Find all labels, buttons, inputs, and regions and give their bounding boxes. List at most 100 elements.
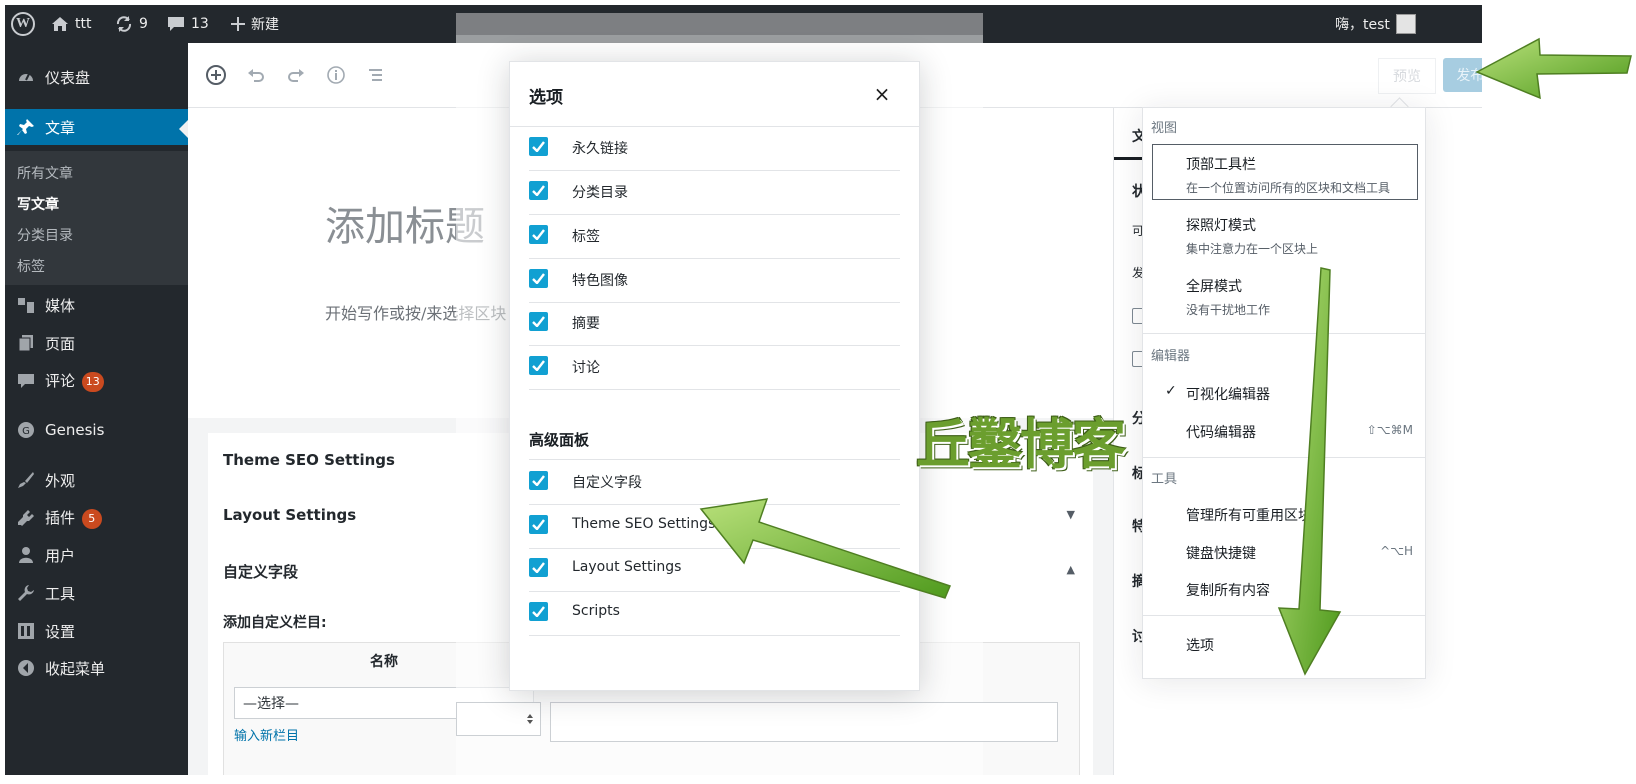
custom-field-value-textarea[interactable]	[550, 702, 1058, 742]
option-theme-seo[interactable]: Theme SEO Settings	[529, 504, 900, 549]
view-group-label: 视图	[1151, 121, 1178, 136]
code-editor-item[interactable]: 代码编辑器	[1186, 422, 1256, 442]
checkbox-checked-icon[interactable]	[529, 225, 548, 244]
advanced-panels-title: 高级面板	[529, 431, 590, 449]
top-toolbar-item[interactable]: 顶部工具栏	[1186, 154, 1256, 174]
submenu-categories[interactable]: 分类目录	[17, 225, 73, 245]
site-name-link[interactable]: ttt	[51, 5, 91, 43]
svg-text:G: G	[22, 426, 30, 437]
refresh-icon	[116, 16, 132, 32]
menu-item-plugins[interactable]: 插件 5	[5, 500, 188, 536]
comments-link[interactable]: 13	[167, 5, 209, 43]
new-label: 新建	[251, 17, 279, 33]
spotlight-mode-item[interactable]: 探照灯模式	[1186, 215, 1256, 235]
submenu-all-posts[interactable]: 所有文章	[17, 163, 73, 183]
option-custom-fields[interactable]: 自定义字段	[529, 460, 900, 505]
preview-button[interactable]: 预览	[1378, 58, 1436, 94]
plugin-icon	[16, 508, 36, 528]
enter-new-link[interactable]: 输入新栏目	[234, 725, 299, 744]
code-editor-shortcut: ⇧⌥⌘M	[1366, 423, 1413, 437]
options-menu-item[interactable]: 选项	[1186, 635, 1214, 655]
checkbox-checked-icon[interactable]	[529, 558, 548, 577]
more-menu-dropdown: 视图 顶部工具栏 在一个位置访问所有的区块和文档工具 探照灯模式 集中注意力在一…	[1142, 107, 1426, 679]
custom-field-select-right[interactable]	[456, 702, 541, 736]
menu-item-dashboard[interactable]: 仪表盘	[5, 59, 188, 95]
add-block-icon[interactable]	[204, 63, 228, 87]
close-icon[interactable]: ×	[868, 80, 896, 108]
dashboard-icon	[16, 67, 36, 87]
tools-group-label: 工具	[1151, 472, 1178, 487]
option-layout-settings[interactable]: Layout Settings	[529, 547, 900, 592]
plus-icon	[231, 17, 245, 31]
settings-icon	[16, 621, 36, 641]
checkbox-checked-icon[interactable]	[529, 602, 548, 621]
redo-icon[interactable]	[284, 63, 308, 87]
publish-button[interactable]: 发布...	[1443, 58, 1482, 92]
updates-link[interactable]: 9	[115, 5, 148, 43]
menu-item-collapse[interactable]: 收起菜单	[5, 650, 188, 686]
comment-icon	[16, 371, 36, 391]
submenu-write-post[interactable]: 写文章	[17, 194, 59, 214]
option-tags[interactable]: 标签	[529, 214, 900, 259]
add-custom-field-label: 添加自定义栏目:	[223, 615, 327, 631]
modal-title: 选项	[529, 88, 563, 108]
option-featured-image[interactable]: 特色图像	[529, 258, 900, 303]
keyboard-shortcuts-item[interactable]: 键盘快捷键	[1186, 543, 1256, 563]
info-icon[interactable]	[324, 63, 348, 87]
comment-bubble-icon	[168, 17, 184, 31]
admin-sidebar: 仪表盘 文章 所有文章 写文章 分类目录 标签 媒体 页面 评论 13 G Ge…	[5, 43, 188, 775]
menu-item-posts[interactable]: 文章	[5, 109, 188, 145]
submenu-tags[interactable]: 标签	[17, 256, 45, 276]
menu-item-users[interactable]: 用户	[5, 537, 188, 573]
menu-item-tools[interactable]: 工具	[5, 575, 188, 611]
checkbox-checked-icon[interactable]	[529, 515, 548, 534]
page-icon	[16, 333, 36, 353]
appearance-icon	[16, 470, 36, 490]
divider	[1143, 457, 1425, 458]
chevron-up-icon: ▲	[1066, 563, 1075, 576]
chevron-down-icon: ▼	[1066, 508, 1075, 521]
menu-item-appearance[interactable]: 外观	[5, 462, 188, 498]
outside-margin-right	[1482, 0, 1636, 784]
divider	[1143, 615, 1425, 616]
menu-item-genesis[interactable]: G Genesis	[5, 412, 188, 448]
visual-editor-item[interactable]: 可视化编辑器	[1186, 384, 1270, 404]
checkbox-checked-icon[interactable]	[529, 137, 548, 156]
manage-reusable-blocks-item[interactable]: 管理所有可重用区块	[1186, 505, 1312, 525]
option-excerpt[interactable]: 摘要	[529, 301, 900, 346]
divider	[1143, 333, 1425, 334]
undo-icon[interactable]	[244, 63, 268, 87]
screenshot-canvas: W ttt 9 13 新建 嗨，test 仪表盘 文章 所有文章 写文章 分类目…	[5, 5, 1482, 775]
greeting: 嗨，test	[1335, 17, 1390, 33]
checkmark-icon: ✓	[1165, 383, 1177, 399]
outline-icon[interactable]	[364, 63, 388, 87]
option-categories[interactable]: 分类目录	[529, 170, 900, 215]
copy-all-content-item[interactable]: 复制所有内容	[1186, 580, 1270, 600]
fullscreen-mode-item[interactable]: 全屏模式	[1186, 276, 1242, 296]
modal-header: 选项 ×	[510, 62, 919, 127]
menu-item-comments[interactable]: 评论 13	[5, 363, 188, 399]
checkbox-checked-icon[interactable]	[529, 471, 548, 490]
checkbox-checked-icon[interactable]	[529, 269, 548, 288]
genesis-icon: G	[16, 420, 36, 440]
editor-group-label: 编辑器	[1151, 349, 1191, 364]
menu-item-media[interactable]: 媒体	[5, 287, 188, 323]
plugins-badge: 5	[81, 508, 102, 529]
wrench-icon	[16, 583, 36, 603]
plugins-label: 插件 5	[45, 507, 102, 529]
option-permalink[interactable]: 永久链接	[529, 126, 900, 171]
checkbox-checked-icon[interactable]	[529, 181, 548, 200]
option-discussion[interactable]: 讨论	[529, 345, 900, 390]
comments-badge: 13	[81, 371, 104, 392]
keyboard-shortcuts-shortcut: ^⌥H	[1380, 544, 1413, 558]
option-scripts[interactable]: Scripts	[529, 591, 900, 636]
menu-item-settings[interactable]: 设置	[5, 613, 188, 649]
menu-item-pages[interactable]: 页面	[5, 325, 188, 361]
user-account-link[interactable]: 嗨，test	[1335, 5, 1416, 43]
checkbox-checked-icon[interactable]	[529, 356, 548, 375]
new-content-link[interactable]: 新建	[231, 5, 279, 43]
wordpress-logo-icon[interactable]: W	[11, 5, 35, 43]
modal-backdrop-top	[456, 13, 983, 35]
checkbox-checked-icon[interactable]	[529, 312, 548, 331]
active-indicator	[179, 120, 188, 138]
